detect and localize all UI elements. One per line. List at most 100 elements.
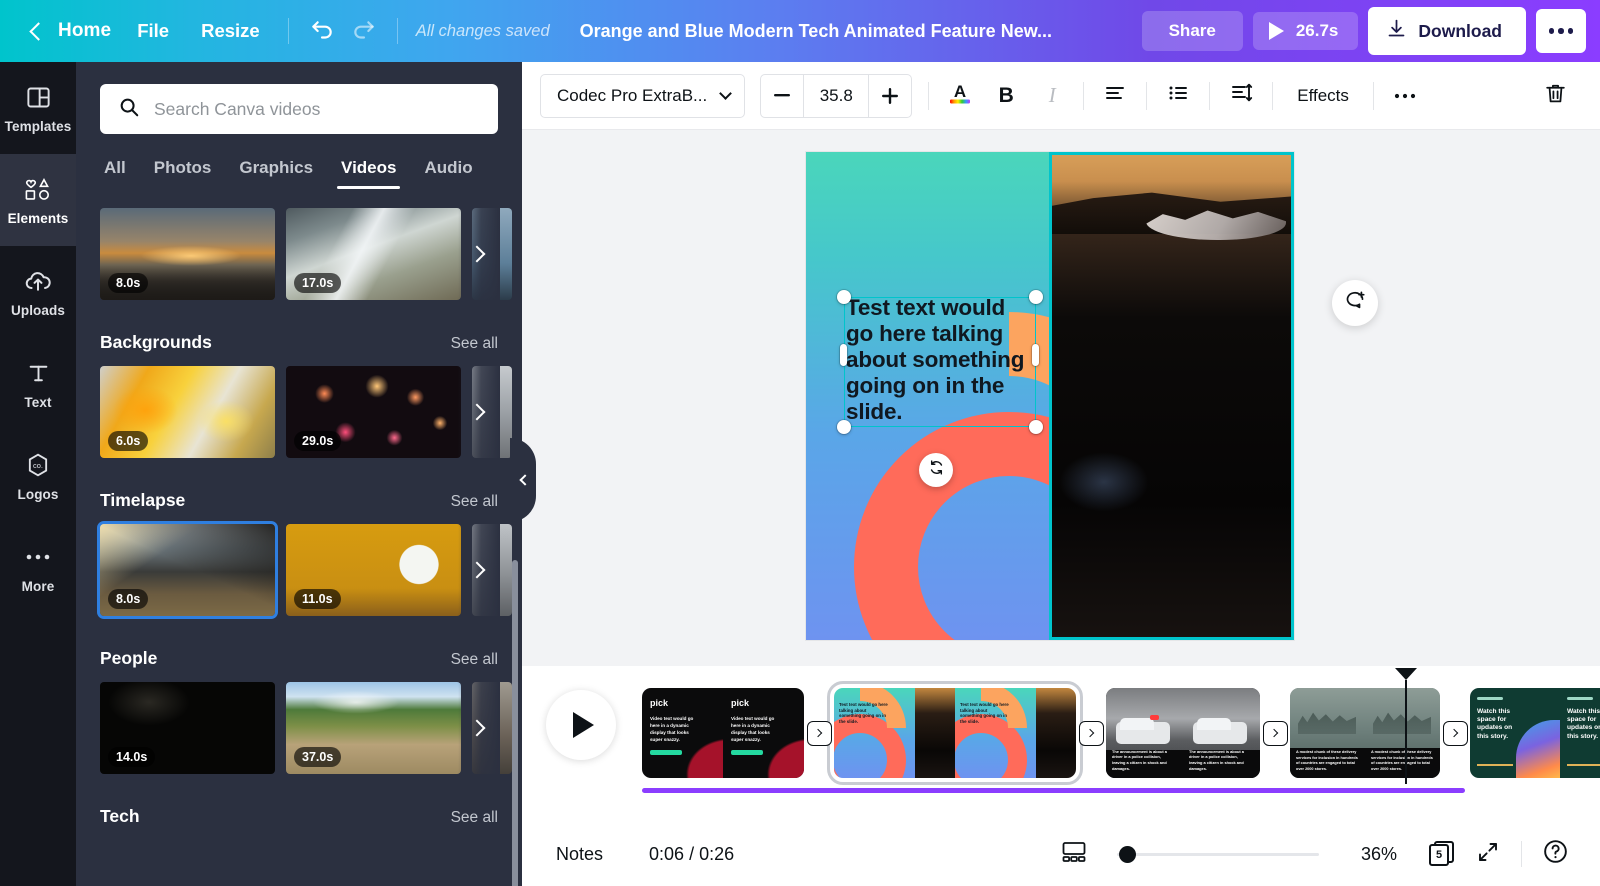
resize-handle-bottom-right[interactable] [1029,420,1043,434]
zoom-slider-track [1117,853,1319,856]
panel-collapse-button[interactable] [510,438,536,522]
scroll-right-button[interactable] [458,208,500,300]
timeline-scene-1[interactable]: pick Video text would go here in a dynam… [642,688,804,778]
video-thumbnail[interactable]: 14.0s [100,682,275,774]
see-all-link[interactable]: See all [451,809,498,827]
bold-icon: B [999,84,1014,108]
tab-graphics[interactable]: Graphics [225,152,327,189]
timeline-progress-bar[interactable] [642,788,1465,793]
toolbar-more-button[interactable] [1382,73,1428,119]
download-button[interactable]: Download [1368,7,1526,55]
video-thumbnail[interactable]: 29.0s [286,366,461,458]
trash-icon [1543,81,1568,111]
scene-frame: Watch this space for updates on this sto… [1560,688,1600,778]
line-spacing-button[interactable] [1218,73,1264,119]
font-size-value[interactable]: 35.8 [803,75,869,117]
see-all-link[interactable]: See all [451,335,498,353]
zoom-percent[interactable]: 36% [1345,844,1397,865]
design-page[interactable]: Test text would go here talking about so… [806,152,1294,640]
timeline-view-button[interactable] [1051,831,1097,877]
resize-handle-left[interactable] [840,344,847,366]
zoom-slider-knob[interactable] [1119,846,1136,863]
transition-button[interactable] [1263,721,1288,746]
tab-photos[interactable]: Photos [140,152,226,189]
delete-element-button[interactable] [1532,73,1578,119]
video-thumbnail[interactable]: 11.0s [286,524,461,616]
transition-button[interactable] [1443,721,1468,746]
home-button[interactable]: Home [18,14,121,48]
status-bar-right: 36% 5 [1051,831,1578,877]
status-bar: Notes 0:06 / 0:26 [522,822,1600,886]
fullscreen-button[interactable] [1465,831,1511,877]
font-size-increase[interactable] [869,75,911,117]
transition-arrow-icon [814,729,822,737]
bold-button[interactable]: B [983,73,1029,119]
scroll-right-button[interactable] [458,366,500,458]
video-thumbnail[interactable]: 8.0s [100,208,275,300]
top-more-button[interactable] [1536,9,1586,53]
notes-button[interactable]: Notes [544,836,615,873]
effects-button[interactable]: Effects [1281,76,1365,116]
video-thumbnail[interactable]: 37.0s [286,682,461,774]
pages-button[interactable]: 5 [1419,831,1465,877]
preview-button[interactable]: 26.7s [1253,12,1359,50]
italic-button[interactable]: I [1029,73,1075,119]
transition-arrow-icon [1450,729,1458,737]
video-thumbnail[interactable]: 17.0s [286,208,461,300]
rotate-handle[interactable] [919,453,953,487]
video-thumbnail-selected[interactable]: 8.0s [100,524,275,616]
panel-tabs: All Photos Graphics Videos Audio [76,134,522,189]
font-family-select[interactable]: Codec Pro ExtraB... [540,74,745,118]
search-input[interactable] [154,99,480,120]
timeline-scene-3[interactable]: The announcement is about a driver in a … [1106,688,1260,778]
text-align-button[interactable] [1092,73,1138,119]
resize-menu[interactable]: Resize [185,13,276,49]
scene-body: Test text would go here talking about so… [839,702,889,725]
sidebar-item-more[interactable]: More [0,522,76,614]
sidebar-item-templates[interactable]: Templates [0,62,76,154]
sidebar-item-logos[interactable]: co. Logos [0,430,76,522]
transition-button[interactable] [807,721,832,746]
resize-handle-top-left[interactable] [837,290,851,304]
section-title: People [100,648,157,669]
text-color-button[interactable]: A [937,73,983,119]
see-all-link[interactable]: See all [451,493,498,511]
scroll-right-button[interactable] [458,524,500,616]
document-title[interactable]: Orange and Blue Modern Tech Animated Fea… [580,21,1052,42]
resize-handle-right[interactable] [1032,344,1039,366]
resize-handle-bottom-left[interactable] [837,420,851,434]
search-box[interactable] [100,84,498,134]
help-button[interactable] [1532,831,1578,877]
video-thumbnail[interactable]: 6.0s [100,366,275,458]
panel-scrollbar[interactable] [512,560,518,886]
transition-button[interactable] [1079,721,1104,746]
undo-button[interactable] [301,10,343,52]
scene-frame: The announcement is about a driver in a … [1183,688,1260,778]
redo-button[interactable] [343,10,385,52]
timeline-scene-5[interactable]: Watch this space for updates on this sto… [1470,688,1600,778]
file-menu[interactable]: File [121,13,185,49]
chevron-left-icon [519,474,530,485]
zoom-slider[interactable] [1117,843,1319,865]
scroll-right-button[interactable] [458,682,500,774]
duration-badge: 17.0s [294,273,341,293]
sidebar-item-uploads[interactable]: Uploads [0,246,76,338]
see-all-link[interactable]: See all [451,651,498,669]
share-button[interactable]: Share [1142,11,1243,51]
panel-scroll-area[interactable]: 8.0s 17.0s [76,194,522,886]
add-comment-button[interactable] [1332,280,1378,326]
timeline-scene-2-selected[interactable]: Test text would go here talking about so… [834,688,1076,778]
tab-audio[interactable]: Audio [410,152,486,189]
sidebar-item-text[interactable]: Text [0,338,76,430]
timeline-play-button[interactable] [546,690,616,760]
sidebar-item-elements[interactable]: Elements [0,154,76,246]
playhead-marker[interactable] [1395,668,1417,680]
resize-handle-top-right[interactable] [1029,290,1043,304]
tab-all[interactable]: All [100,152,140,189]
font-size-decrease[interactable] [761,75,803,117]
tab-videos[interactable]: Videos [327,152,410,189]
thumbnail-row: 8.0s 17.0s [100,208,498,300]
canvas-stage[interactable]: Test text would go here talking about so… [522,130,1600,666]
list-button[interactable] [1155,73,1201,119]
timeline-scene-4[interactable]: A modest chunk of these delivery service… [1290,688,1440,778]
